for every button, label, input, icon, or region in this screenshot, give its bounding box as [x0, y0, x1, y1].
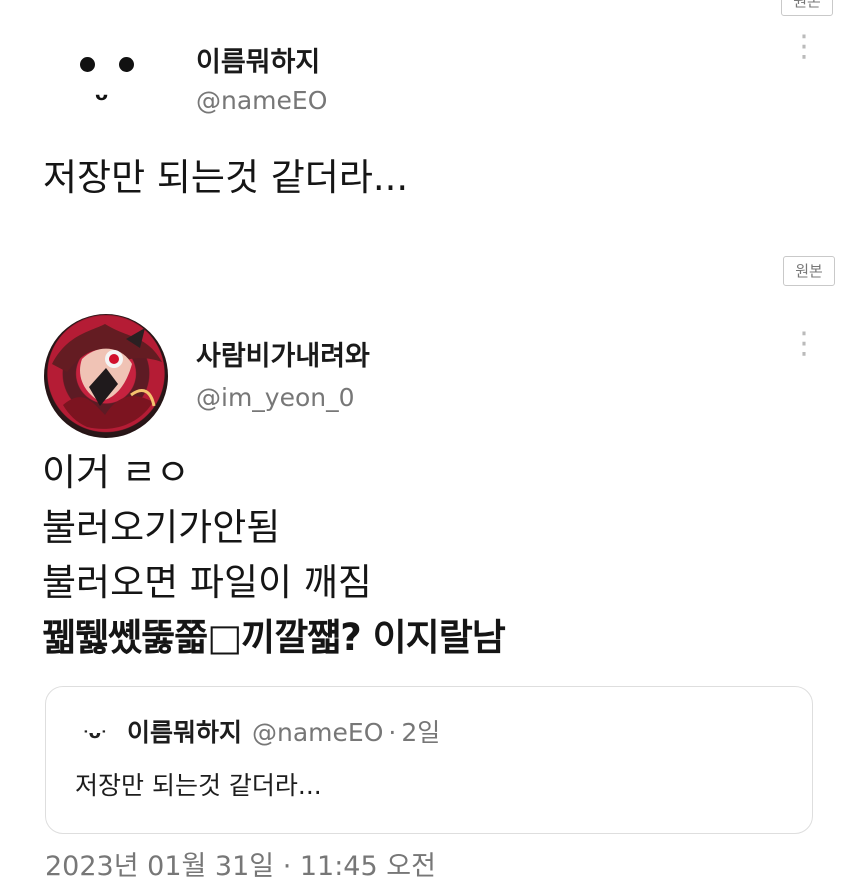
smiley-avatar-icon[interactable]: ᴗ [64, 22, 156, 132]
avatar-left-eye [80, 57, 95, 72]
second-tweet-header: 사람비가내려와 @im_yeon_0 ⋮ [0, 310, 856, 438]
quoted-tweet-text: 저장만 되는것 같더라... [75, 771, 322, 800]
tweet-screenshot-page: 원본 ᴗ 이름뭐하지 @nameEO ⋮ 저장만 되는것 같더라... 원본 사… [0, 0, 856, 896]
quoted-tweet-meta: ᐧᴗᐧ 이름뭐하지 @nameEO · 2일 [83, 716, 440, 750]
second-display-name[interactable]: 사람비가내려와 [196, 334, 370, 373]
reply-line: 불러오면 파일이 깨짐 [42, 561, 372, 604]
avatar-right-eye [119, 57, 134, 72]
reply-line: 이거 ㄹㅇ [42, 451, 190, 494]
first-tweet-text: 저장만 되는것 같더라... [43, 156, 409, 199]
first-tweet-header: ᴗ 이름뭐하지 @nameEO ⋮ [0, 22, 856, 142]
vertical-dots-icon[interactable]: ⋮ [789, 32, 819, 77]
small-smiley-avatar-icon: ᐧᴗᐧ [83, 722, 107, 743]
reply-tweet-text: 이거 ㄹㅇ 불러오기가안됨 불러오면 파일이 깨짐 꿻뛣쏐뚫쫇□끼깔쨻? 이지랄… [42, 445, 506, 665]
quoted-handle: @nameEO [252, 718, 384, 747]
vertical-dots-icon[interactable]: ⋮ [789, 329, 819, 374]
anime-avatar-icon[interactable] [44, 314, 168, 438]
quoted-tweet-card[interactable]: ᐧᴗᐧ 이름뭐하지 @nameEO · 2일 저장만 되는것 같더라... [45, 686, 813, 834]
avatar-mouth: ᴗ [95, 83, 109, 105]
quoted-age: 2일 [401, 718, 441, 747]
quoted-display-name: 이름뭐하지 [127, 718, 243, 747]
quoted-separator: · [388, 718, 397, 747]
second-handle[interactable]: @im_yeon_0 [196, 383, 355, 412]
original-button-middle[interactable]: 원본 [783, 256, 835, 286]
first-handle[interactable]: @nameEO [196, 86, 327, 115]
first-display-name[interactable]: 이름뭐하지 [196, 40, 320, 79]
tweet-timestamp[interactable]: 2023년 01월 31일 · 11:45 오전 [45, 849, 436, 885]
broken-file-text: 꿻뛣쏐뚫쫇□끼깔쨻? 이지랄남 [42, 616, 506, 659]
original-button-top[interactable]: 원본 [781, 0, 833, 16]
reply-line: 불러오기가안됨 [42, 506, 281, 549]
